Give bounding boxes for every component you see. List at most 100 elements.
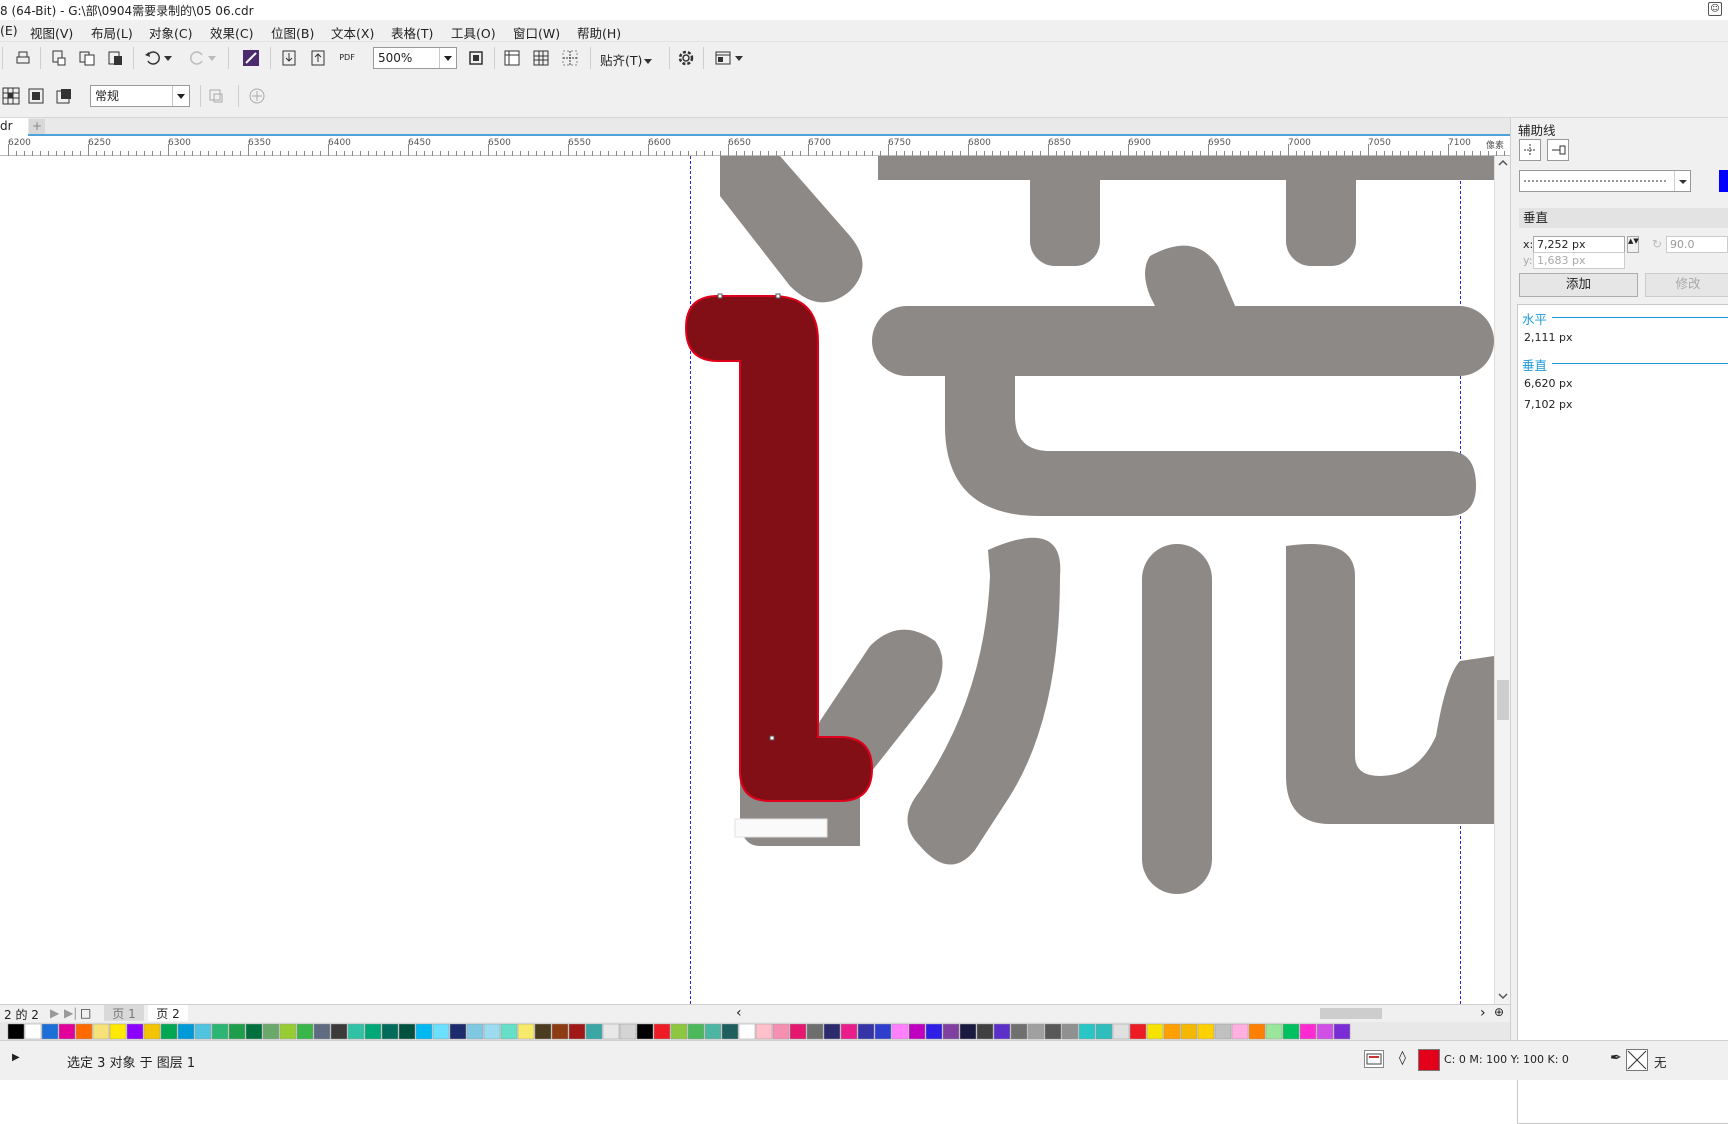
palette-swatch[interactable] (415, 1023, 433, 1040)
palette-swatch[interactable] (925, 1023, 943, 1040)
palette-swatch[interactable] (75, 1023, 93, 1040)
palette-swatch[interactable] (1163, 1023, 1181, 1040)
palette-swatch[interactable] (126, 1023, 144, 1040)
palette-swatch[interactable] (177, 1023, 195, 1040)
page-tab-2[interactable]: 页 2 (148, 1005, 188, 1021)
palette-swatch[interactable] (534, 1023, 552, 1040)
menu-text[interactable]: 文本(X) (331, 23, 374, 42)
palette-swatch[interactable] (58, 1023, 76, 1040)
palette-swatch[interactable] (279, 1023, 297, 1040)
palette-swatch[interactable] (245, 1023, 263, 1040)
palette-swatch[interactable] (432, 1023, 450, 1040)
full-screen-icon[interactable] (465, 47, 487, 69)
palette-swatch[interactable] (585, 1023, 603, 1040)
palette-swatch[interactable] (398, 1023, 416, 1040)
menu-effects[interactable]: 效果(C) (210, 23, 253, 42)
node-handle[interactable] (717, 293, 723, 299)
menu-tools[interactable]: 工具(O) (451, 23, 496, 42)
node-handle[interactable] (775, 293, 781, 299)
new-tab-plus-icon[interactable]: + (29, 119, 45, 134)
palette-swatch[interactable] (1248, 1023, 1266, 1040)
palette-swatch[interactable] (1333, 1023, 1351, 1040)
page-tab-1[interactable]: 页 1 (104, 1005, 144, 1021)
palette-swatch[interactable] (1010, 1023, 1028, 1040)
palette-swatch[interactable] (1282, 1023, 1300, 1040)
palette-swatch[interactable] (1129, 1023, 1147, 1040)
reflect-nodes-icon[interactable] (53, 85, 75, 107)
palette-swatch[interactable] (840, 1023, 858, 1040)
no-outline-icon[interactable] (1626, 1049, 1648, 1071)
palette-swatch[interactable] (1078, 1023, 1096, 1040)
zoom-level-select[interactable]: 500% (373, 47, 457, 69)
guideline-item[interactable]: 6,620 px (1524, 377, 1572, 390)
palette-swatch[interactable] (636, 1023, 654, 1040)
fill-color-swatch[interactable] (1418, 1049, 1440, 1071)
palette-swatch[interactable] (500, 1023, 518, 1040)
show-rulers-icon[interactable] (501, 47, 523, 69)
palette-swatch[interactable] (891, 1023, 909, 1040)
selection-mode-select[interactable]: 常规 (90, 85, 190, 107)
palette-swatch[interactable] (41, 1023, 59, 1040)
palette-swatch[interactable] (262, 1023, 280, 1040)
palette-swatch[interactable] (942, 1023, 960, 1040)
palette-swatch[interactable] (449, 1023, 467, 1040)
undo-icon[interactable] (142, 47, 164, 69)
palette-swatch[interactable] (228, 1023, 246, 1040)
search-content-icon[interactable] (240, 47, 262, 69)
add-node-icon[interactable] (205, 85, 227, 107)
zoom-icon[interactable]: ⊕ (1494, 1005, 1504, 1019)
show-grid-icon[interactable] (530, 47, 552, 69)
x-position-input[interactable]: 7,252 px (1533, 236, 1625, 253)
menu-object[interactable]: 对象(C) (149, 23, 192, 42)
scroll-right-icon[interactable]: › (1480, 1005, 1486, 1021)
guideline-list[interactable]: 水平 2,111 px 垂直 6,620 px 7,102 px (1517, 304, 1728, 1124)
line-color-swatch[interactable] (1719, 170, 1728, 192)
gear-icon[interactable] (675, 47, 697, 69)
y-position-input[interactable]: 1,683 px (1533, 252, 1625, 269)
palette-swatch[interactable] (1180, 1023, 1198, 1040)
palette-swatch[interactable] (670, 1023, 688, 1040)
align-nodes-icon[interactable] (25, 85, 47, 107)
redo-icon[interactable] (186, 47, 208, 69)
guideline-options-icon[interactable] (1519, 139, 1541, 161)
palette-swatch[interactable] (1299, 1023, 1317, 1040)
x-spinner-icon[interactable]: ▲▼ (1627, 236, 1639, 253)
palette-swatch[interactable] (1095, 1023, 1113, 1040)
show-guidelines-icon[interactable] (559, 47, 581, 69)
palette-swatch[interactable] (551, 1023, 569, 1040)
menu-bitmaps[interactable]: 位图(B) (271, 23, 314, 42)
snap-to-menu[interactable]: 贴齐(T) (600, 50, 653, 69)
copy-properties-icon[interactable] (48, 47, 70, 69)
redo-dropdown-icon[interactable] (206, 47, 218, 69)
palette-swatch[interactable] (466, 1023, 484, 1040)
palette-swatch[interactable] (1061, 1023, 1079, 1040)
palette-swatch[interactable] (483, 1023, 501, 1040)
palette-swatch[interactable] (874, 1023, 892, 1040)
palette-swatch[interactable] (993, 1023, 1011, 1040)
lock-guideline-icon[interactable] (1547, 139, 1569, 161)
palette-swatch[interactable] (330, 1023, 348, 1040)
paste-icon[interactable] (104, 47, 126, 69)
modify-guideline-button[interactable]: 修改 (1645, 273, 1728, 297)
guideline-item[interactable]: 2,111 px (1524, 331, 1572, 344)
guideline-item[interactable]: 7,102 px (1524, 398, 1572, 411)
menu-window[interactable]: 窗口(W) (513, 23, 560, 42)
palette-swatch[interactable] (704, 1023, 722, 1040)
palette-swatch[interactable] (1112, 1023, 1130, 1040)
publish-pdf-icon[interactable]: PDF (336, 47, 358, 69)
palette-swatch[interactable] (857, 1023, 875, 1040)
line-style-select[interactable] (1519, 170, 1691, 192)
import-icon[interactable] (278, 47, 300, 69)
menu-edit[interactable]: (E) (0, 23, 18, 38)
palette-swatch[interactable] (1231, 1023, 1249, 1040)
copy-icon[interactable] (76, 47, 98, 69)
palette-swatch[interactable] (1265, 1023, 1283, 1040)
palette-swatch[interactable] (789, 1023, 807, 1040)
launch-app-icon[interactable] (712, 47, 734, 69)
angle-input[interactable]: 90.0 (1666, 236, 1728, 253)
drawing-canvas[interactable] (0, 156, 1494, 1004)
launch-dropdown-icon[interactable] (733, 47, 745, 69)
undo-dropdown-icon[interactable] (162, 47, 174, 69)
palette-swatch[interactable] (160, 1023, 178, 1040)
palette-swatch[interactable] (687, 1023, 705, 1040)
